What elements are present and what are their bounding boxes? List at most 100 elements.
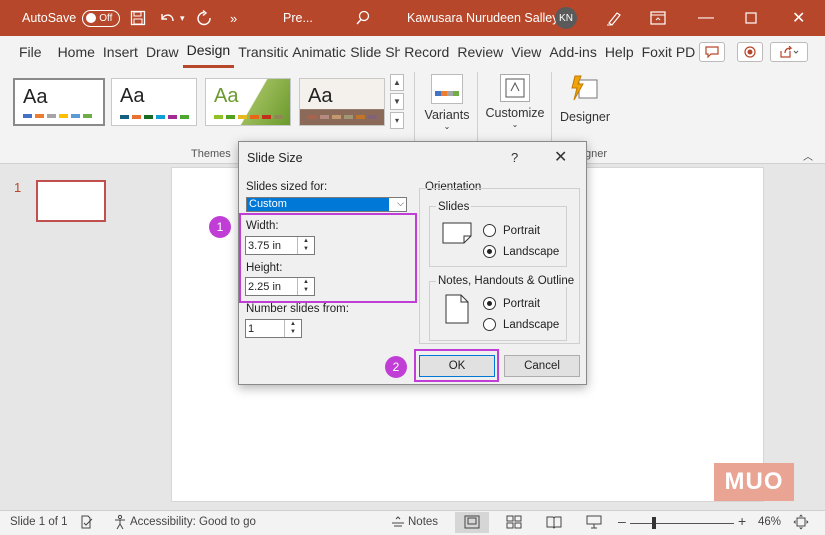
tab-draw[interactable]: Draw	[142, 36, 183, 68]
variants-dropdown-icon: ⌄	[443, 122, 451, 131]
notes-section-label: Notes, Handouts & Outline	[436, 275, 577, 287]
theme-facet[interactable]: Aa	[205, 78, 291, 126]
save-icon[interactable]	[130, 0, 146, 36]
share-icon[interactable]	[770, 42, 808, 62]
zoom-level[interactable]: 46%	[758, 516, 781, 528]
tab-insert[interactable]: Insert	[99, 36, 142, 68]
slideshow-icon[interactable]	[586, 514, 602, 533]
close-window-icon[interactable]: ✕	[792, 0, 805, 36]
slide-sorter-icon[interactable]	[506, 514, 522, 533]
help-icon[interactable]: ?	[511, 150, 518, 165]
status-bar: Slide 1 of 1 Accessibility: Good to go N…	[0, 510, 825, 535]
number-up-icon[interactable]: ▲	[285, 320, 301, 328]
spelling-icon[interactable]	[80, 514, 96, 533]
autosave-toggle[interactable]: Off	[82, 9, 121, 27]
notes-portrait-label[interactable]: Portrait	[503, 298, 540, 310]
notes-button[interactable]: Notes	[408, 516, 438, 528]
notes-icon[interactable]	[390, 514, 406, 533]
designer-icon	[569, 74, 601, 104]
customize-label: Customize	[485, 106, 545, 120]
slide-thumbnail[interactable]	[36, 180, 106, 222]
undo-dropdown-icon[interactable]: ▾	[180, 0, 185, 36]
notes-landscape-label[interactable]: Landscape	[503, 319, 559, 331]
notes-landscape-radio[interactable]	[483, 318, 496, 331]
annotation-badge-2: 2	[385, 356, 407, 378]
user-avatar[interactable]: KN	[555, 0, 577, 36]
tab-design[interactable]: Design	[182, 36, 235, 68]
zoom-out-icon[interactable]: –	[618, 513, 626, 529]
tab-add-ins[interactable]: Add-ins	[545, 36, 600, 68]
collapse-ribbon-icon[interactable]: ︿	[803, 148, 813, 163]
portrait-page-icon	[445, 294, 469, 327]
title-bar: AutoSave Off ▾ » Pre... Kawusara Nurudee…	[0, 0, 825, 36]
accessibility-icon[interactable]	[112, 514, 128, 533]
tab-foxit-pdf[interactable]: Foxit PD	[638, 36, 700, 68]
number-down-icon[interactable]: ▼	[285, 328, 301, 336]
pen-icon[interactable]	[605, 0, 623, 36]
variants-icon	[431, 74, 463, 104]
slides-portrait-radio[interactable]	[483, 224, 496, 237]
record-icon[interactable]	[737, 42, 763, 62]
minimize-icon[interactable]: —	[698, 0, 714, 36]
slides-portrait-label[interactable]: Portrait	[503, 225, 540, 237]
variants-button[interactable]: Variants ⌄	[423, 74, 471, 131]
comments-icon[interactable]	[699, 42, 725, 62]
zoom-in-icon[interactable]: +	[738, 513, 746, 529]
tab-file[interactable]: File	[15, 36, 46, 68]
zoom-slider-track[interactable]	[630, 523, 734, 524]
number-slides-from-stepper[interactable]: 1 ▲ ▼	[245, 319, 302, 338]
search-icon[interactable]	[355, 0, 371, 36]
customize-dropdown-icon: ⌄	[511, 120, 519, 129]
slides-landscape-label[interactable]: Landscape	[503, 246, 559, 258]
user-name[interactable]: Kawusara Nurudeen Salley	[407, 0, 558, 36]
ribbon-display-icon[interactable]	[650, 0, 666, 36]
designer-label: Designer	[559, 110, 611, 124]
reading-view-icon[interactable]	[546, 514, 562, 533]
slide-count: Slide 1 of 1	[10, 516, 68, 528]
tab-transitions[interactable]: Transitio	[234, 36, 288, 68]
notes-portrait-radio[interactable]	[483, 297, 496, 310]
themes-more-icon[interactable]: ▾	[390, 112, 404, 129]
slides-landscape-radio[interactable]	[483, 245, 496, 258]
undo-icon[interactable]	[158, 0, 176, 36]
accessibility-status[interactable]: Accessibility: Good to go	[130, 516, 256, 528]
tab-record[interactable]: Record	[400, 36, 453, 68]
number-slides-from-value: 1	[248, 323, 255, 335]
fit-to-window-icon[interactable]	[793, 514, 809, 533]
tab-slide-show[interactable]: Slide Sho	[346, 36, 400, 68]
muo-watermark-logo: MUO	[714, 463, 794, 501]
autosave-label: AutoSave	[22, 11, 77, 25]
tab-view[interactable]: View	[507, 36, 545, 68]
designer-button[interactable]: Designer	[558, 74, 612, 124]
variants-label: Variants	[424, 108, 470, 122]
slides-sized-for-value: Custom	[247, 198, 389, 211]
maximize-icon[interactable]	[745, 0, 757, 36]
tab-home[interactable]: Home	[54, 36, 99, 68]
customize-icon	[500, 74, 530, 102]
zoom-slider-thumb[interactable]	[652, 517, 656, 529]
width-height-highlight	[239, 213, 417, 303]
designer-group-label: gner	[585, 148, 608, 160]
themes-group-label: Themes	[191, 148, 231, 160]
more-commands-icon[interactable]: »	[230, 0, 237, 36]
slides-sized-for-label: Slides sized for:	[246, 181, 328, 193]
theme-office-2[interactable]: Aa	[111, 78, 197, 126]
number-slides-from-label: Number slides from:	[246, 303, 349, 315]
tab-review[interactable]: Review	[453, 36, 507, 68]
autosave[interactable]: AutoSave Off	[22, 0, 121, 36]
normal-view-icon[interactable]	[455, 512, 489, 533]
themes-scroll-down-icon[interactable]: ▼	[390, 93, 404, 110]
themes-scroll-up-icon[interactable]: ▲	[390, 74, 404, 91]
slides-sized-for-select[interactable]: Custom ⌵	[246, 197, 407, 212]
tab-help[interactable]: Help	[601, 36, 638, 68]
customize-button[interactable]: Customize ⌄	[484, 74, 546, 129]
theme-office[interactable]: Aa	[13, 78, 105, 126]
landscape-page-icon	[442, 222, 472, 247]
dialog-title: Slide Size	[247, 151, 303, 165]
chevron-down-icon: ⌵	[397, 198, 404, 208]
dialog-close-icon[interactable]: ✕	[554, 147, 567, 167]
theme-wood-type[interactable]: Aa	[299, 78, 385, 126]
cancel-button[interactable]: Cancel	[504, 355, 580, 377]
redo-icon[interactable]	[195, 0, 213, 36]
tab-animations[interactable]: Animatic	[288, 36, 346, 68]
